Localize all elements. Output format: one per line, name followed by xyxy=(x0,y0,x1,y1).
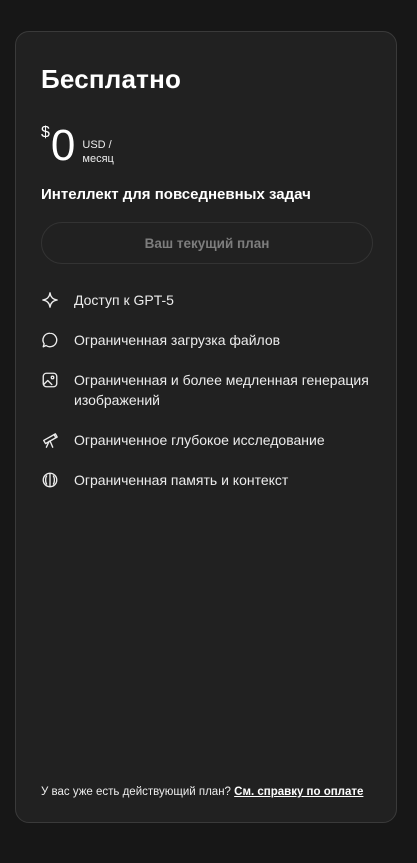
sparkle-icon xyxy=(41,291,59,309)
chat-bubble-icon xyxy=(41,331,59,349)
billing-help-footer: У вас уже есть действующий план? См. спр… xyxy=(41,786,363,798)
image-icon xyxy=(41,371,59,389)
billing-help-link[interactable]: См. справку по оплате xyxy=(234,786,363,798)
telescope-icon xyxy=(41,431,59,449)
feature-text: Ограниченная и более медленная генерация… xyxy=(74,372,369,408)
feature-text: Ограниченная память и контекст xyxy=(74,472,289,488)
plan-tagline: Интеллект для повседневных задач xyxy=(41,186,311,203)
price-interval: месяц xyxy=(82,153,114,165)
feature-text: Ограниченная загрузка файлов xyxy=(74,332,281,348)
plan-price: $ 0 USD / месяц xyxy=(41,124,114,168)
price-unit: USD / xyxy=(82,139,112,151)
feature-text: Доступ к GPT-5 xyxy=(74,292,174,308)
feature-item: Доступ к GPT-5 xyxy=(41,290,376,310)
current-plan-button: Ваш текущий план xyxy=(41,222,373,264)
brain-icon xyxy=(41,471,59,489)
feature-item: Ограниченная память и контекст xyxy=(41,470,376,490)
feature-item: Ограниченное глубокое исследование xyxy=(41,430,376,450)
feature-list: Доступ к GPT-5 Ограниченная загрузка фай… xyxy=(41,290,376,510)
feature-item: Ограниченная загрузка файлов xyxy=(41,330,376,350)
price-amount: 0 xyxy=(50,121,76,170)
plan-card: Бесплатно $ 0 USD / месяц Интеллект для … xyxy=(15,31,397,823)
feature-item: Ограниченная и более медленная генерация… xyxy=(41,370,376,410)
price-period: USD / месяц xyxy=(82,138,113,166)
plan-title: Бесплатно xyxy=(41,64,182,94)
footer-text: У вас уже есть действующий план? xyxy=(41,786,231,798)
price-currency: $ xyxy=(41,124,50,141)
feature-text: Ограниченное глубокое исследование xyxy=(74,432,325,448)
